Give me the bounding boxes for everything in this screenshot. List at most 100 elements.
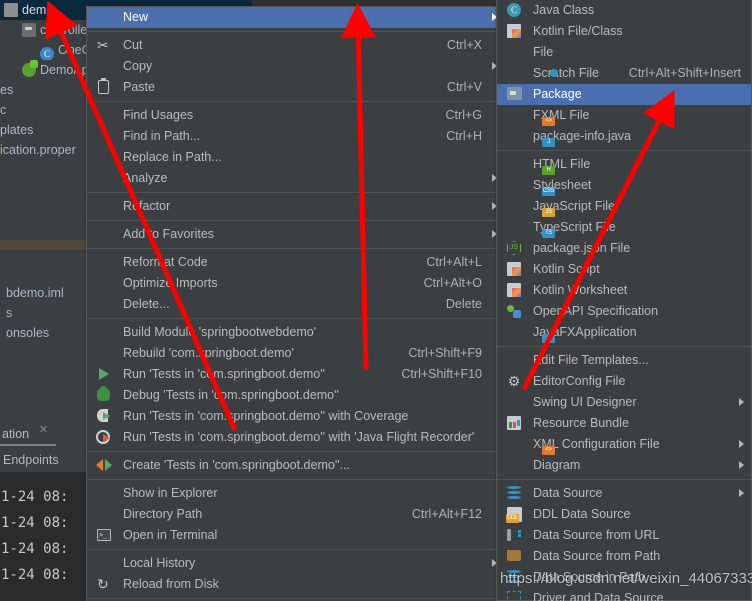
submenu-item-kotlin-worksheet[interactable]: Kotlin Worksheet xyxy=(497,280,751,301)
menu-item-build-module[interactable]: Build Module 'springbootwebdemo' xyxy=(87,322,504,343)
submenu-item-scratch-file[interactable]: Scratch File Ctrl+Alt+Shift+Insert xyxy=(497,63,751,84)
menu-item-label: Open in Terminal xyxy=(123,528,218,542)
submenu-item-typescript-file[interactable]: TS TypeScript File xyxy=(497,217,751,238)
menu-item-label: Data Source from URL xyxy=(533,528,660,542)
menu-item-reformat-code[interactable]: Reformat Code Ctrl+Alt+L xyxy=(87,252,504,273)
menu-item-run-tests-coverage[interactable]: Run 'Tests in 'com.springboot.demo'' wit… xyxy=(87,406,504,427)
submenu-item-data-source-from-url[interactable]: Data Source from URL xyxy=(497,525,751,546)
menu-separator xyxy=(87,220,504,221)
submenu-item-swing-ui-designer[interactable]: Swing UI Designer xyxy=(497,392,751,413)
menu-item-paste[interactable]: Paste Ctrl+V xyxy=(87,77,504,98)
folder-open-icon xyxy=(507,550,521,561)
tool-window-tab[interactable]: ation xyxy=(2,424,29,444)
tree-item-label: es xyxy=(0,83,14,97)
menu-item-run-tests[interactable]: Run 'Tests in 'com.springboot.demo'' Ctr… xyxy=(87,364,504,385)
menu-item-create-tests-config[interactable]: Create 'Tests in 'com.springboot.demo''.… xyxy=(87,455,504,476)
submenu-item-kotlin-script[interactable]: Kotlin Script xyxy=(497,259,751,280)
submenu-item-editorconfig-file[interactable]: ⚙ EditorConfig File xyxy=(497,371,751,392)
resource-bundle-icon xyxy=(507,416,521,430)
menu-item-cut[interactable]: ✂ Cut Ctrl+X xyxy=(87,35,504,56)
kotlin-worksheet-icon xyxy=(507,283,521,297)
submenu-item-fxml-file[interactable]: <> FXML File xyxy=(497,105,751,126)
menu-item-label: Rebuild 'com.springboot.demo' xyxy=(123,346,294,360)
menu-item-optimize-imports[interactable]: Optimize Imports Ctrl+Alt+O xyxy=(87,273,504,294)
submenu-item-package-json-file[interactable]: JS package.json File xyxy=(497,238,751,259)
menu-item-show-in-explorer[interactable]: Show in Explorer xyxy=(87,483,504,504)
menu-item-analyze[interactable]: Analyze xyxy=(87,168,504,189)
submenu-item-ddl-data-source[interactable]: DDL DDL Data Source xyxy=(497,504,751,525)
menu-item-new[interactable]: New xyxy=(87,7,504,28)
clipboard-icon xyxy=(98,78,109,94)
menu-item-delete[interactable]: Delete... Delete xyxy=(87,294,504,315)
menu-item-label: Find in Path... xyxy=(123,129,201,143)
java-class-icon: C xyxy=(507,3,521,17)
menu-item-label: Package xyxy=(533,87,582,101)
menu-item-label: Scratch File xyxy=(533,66,599,80)
openapi-icon xyxy=(507,304,521,318)
kotlin-file-icon xyxy=(507,24,521,38)
menu-item-open-in-terminal[interactable]: >_ Open in Terminal xyxy=(87,525,504,546)
menu-item-directory-path[interactable]: Directory Path Ctrl+Alt+F12 xyxy=(87,504,504,525)
submenu-item-stylesheet[interactable]: CSS Stylesheet xyxy=(497,175,751,196)
menu-item-debug-tests[interactable]: Debug 'Tests in 'com.springboot.demo'' xyxy=(87,385,504,406)
menu-item-label: OpenAPI Specification xyxy=(533,304,659,318)
submenu-item-javafx-application[interactable]: J JavaFXApplication xyxy=(497,322,751,343)
module-icon xyxy=(4,3,18,17)
menu-item-run-tests-jfr[interactable]: Run 'Tests in 'com.springboot.demo'' wit… xyxy=(87,427,504,448)
watermark: https://blog.csdn.net/weixin_44067333 xyxy=(500,570,752,587)
submenu-item-html-file[interactable]: H HTML File xyxy=(497,154,751,175)
submenu-item-edit-file-templates[interactable]: Edit File Templates... xyxy=(497,350,751,371)
menu-item-label: Optimize Imports xyxy=(123,276,218,290)
menu-item-label: Cut xyxy=(123,38,143,52)
menu-item-local-history[interactable]: Local History xyxy=(87,553,504,574)
menu-item-label: Data Source from Path xyxy=(533,549,661,563)
menu-item-refactor[interactable]: Refactor xyxy=(87,196,504,217)
tree-item-label: controller xyxy=(40,23,92,37)
menu-item-add-to-favorites[interactable]: Add to Favorites xyxy=(87,224,504,245)
submenu-item-diagram[interactable]: Diagram xyxy=(497,455,751,476)
menu-item-replace-in-path[interactable]: Replace in Path... xyxy=(87,147,504,168)
tree-item-label: plates xyxy=(0,123,34,137)
menu-item-label: Reformat Code xyxy=(123,255,208,269)
submenu-item-data-source-from-path[interactable]: Data Source from Path xyxy=(497,546,751,567)
menu-separator xyxy=(87,549,504,550)
submenu-item-kotlin-file-class[interactable]: Kotlin File/Class xyxy=(497,21,751,42)
menu-separator xyxy=(87,192,504,193)
menu-item-label: Resource Bundle xyxy=(533,416,629,430)
submenu-item-xml-configuration-file[interactable]: <> XML Configuration File xyxy=(497,434,751,455)
submenu-item-java-class[interactable]: C Java Class xyxy=(497,0,751,21)
menu-item-label: Replace in Path... xyxy=(123,150,222,164)
submenu-item-driver-and-data-source[interactable]: Driver and Data Source xyxy=(497,588,751,601)
submenu-item-resource-bundle[interactable]: Resource Bundle xyxy=(497,413,751,434)
npm-icon: JS xyxy=(507,241,521,255)
tree-item-label: c xyxy=(0,103,7,117)
submenu-item-package-info-java[interactable]: J package-info.java xyxy=(497,126,751,147)
menu-item-shortcut: Ctrl+Alt+F12 xyxy=(411,507,482,521)
submenu-item-javascript-file[interactable]: JS JavaScript File xyxy=(497,196,751,217)
menu-item-shortcut: Ctrl+Alt+O xyxy=(423,276,482,290)
menu-separator xyxy=(497,346,751,347)
submenu-item-package[interactable]: Package xyxy=(497,84,751,105)
screenshot-root: demo controller C OneCo DemoApp es c plat… xyxy=(0,0,752,601)
menu-item-label: Kotlin Script xyxy=(533,262,600,276)
submenu-item-openapi-specification[interactable]: OpenAPI Specification xyxy=(497,301,751,322)
menu-item-rebuild[interactable]: Rebuild 'com.springboot.demo' Ctrl+Shift… xyxy=(87,343,504,364)
tree-item-label: ication.proper xyxy=(0,143,76,157)
menu-item-find-usages[interactable]: Find Usages Ctrl+G xyxy=(87,105,504,126)
menu-item-reload-from-disk[interactable]: ↻ Reload from Disk xyxy=(87,574,504,595)
spring-boot-class-icon xyxy=(22,60,38,77)
menu-item-copy[interactable]: Copy xyxy=(87,56,504,77)
debug-icon xyxy=(97,386,110,401)
new-submenu[interactable]: C Java Class Kotlin File/Class File Scra… xyxy=(496,0,752,601)
context-menu[interactable]: New ✂ Cut Ctrl+X Copy Paste Ctrl+V Find … xyxy=(86,6,505,601)
submenu-item-data-source[interactable]: Data Source xyxy=(497,483,751,504)
tree-item-label: bdemo.iml xyxy=(6,286,64,300)
submenu-item-file[interactable]: File xyxy=(497,42,751,63)
menu-item-label: Paste xyxy=(123,80,155,94)
close-icon[interactable]: ✕ xyxy=(38,425,49,436)
create-run-config-icon xyxy=(96,459,112,471)
menu-item-find-in-path[interactable]: Find in Path... Ctrl+H xyxy=(87,126,504,147)
gear-icon: ⚙ xyxy=(507,373,521,389)
menu-item-label: Build Module 'springbootwebdemo' xyxy=(123,325,317,339)
menu-item-shortcut: Ctrl+G xyxy=(445,108,482,122)
